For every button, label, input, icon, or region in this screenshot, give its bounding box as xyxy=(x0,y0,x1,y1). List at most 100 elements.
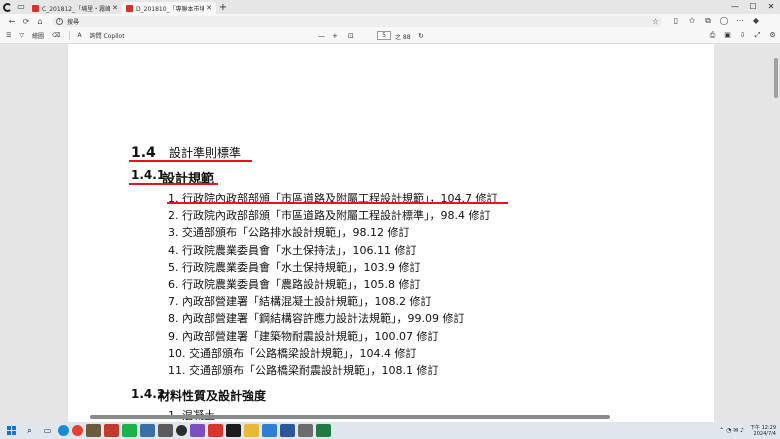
browser-toolbar-icons: ▯ ✩ ⧉ ◯ ⋯ ◆ xyxy=(668,16,764,26)
browser-logo-icon[interactable] xyxy=(0,0,14,14)
menu-icon[interactable]: ⋯ xyxy=(732,16,748,26)
section-heading: 1.4 設計準則標準 xyxy=(131,144,241,161)
address-placeholder: 搜尋 xyxy=(67,18,80,26)
app-icon[interactable] xyxy=(158,424,173,437)
page-total: 之 88 xyxy=(395,34,411,41)
word-icon[interactable] xyxy=(280,424,295,437)
close-window-button[interactable]: ✕ xyxy=(762,0,780,14)
app-icon[interactable] xyxy=(140,424,155,437)
horizontal-scrollbar[interactable] xyxy=(68,414,714,420)
app-icon[interactable] xyxy=(86,424,101,437)
minimize-button[interactable]: — xyxy=(726,0,744,14)
chrome-icon[interactable] xyxy=(72,425,83,436)
clock-date: 2024/7/4 xyxy=(753,430,776,437)
tray-icons[interactable]: ⌃ ◔ ✉ ♪ xyxy=(719,427,744,434)
clock[interactable]: 下午 12:29 2024/7/4 xyxy=(750,425,776,437)
eraser-icon[interactable]: ⌫ xyxy=(52,32,60,39)
clock-time: 下午 12:29 xyxy=(750,424,776,431)
tab-label: C_201812_「埔里・霧峰區縣市...」 xyxy=(42,5,111,13)
list-item: 5. 行政院農業委員會「水土保持規範」，103.9 修訂 xyxy=(168,260,421,274)
app-icon[interactable] xyxy=(190,424,205,437)
subsection-underline xyxy=(129,183,218,185)
section-underline xyxy=(129,160,252,162)
system-tray: ⌃ ◔ ✉ ♪ 下午 12:29 2024/7/4 xyxy=(719,422,776,439)
next-section-title: 材料性質及設計強度 xyxy=(158,389,267,403)
profile-icon[interactable]: ◯ xyxy=(716,16,732,26)
pdf-toolbar: ☰ ▽ 繪圖 ⌫ A 詢問 Copilot — + ⊡ 5 之 88 ↻ ⎙ ▣… xyxy=(0,28,780,44)
zoom-out-button[interactable]: — xyxy=(318,32,325,40)
app-icon[interactable] xyxy=(262,424,277,437)
settings-icon[interactable]: ⚙ xyxy=(765,31,780,40)
rotate-icon[interactable]: ↻ xyxy=(418,32,424,40)
app-icon[interactable] xyxy=(298,424,313,437)
save-as-icon[interactable]: ⇩ xyxy=(735,31,750,40)
info-icon[interactable]: i xyxy=(56,17,63,25)
app-icon[interactable] xyxy=(104,424,119,437)
favorites-icon[interactable]: ✩ xyxy=(684,16,700,26)
read-aloud-icon[interactable]: A xyxy=(78,32,82,39)
list-item: 1. 行政院內政部部頒「市區道路及附屬工程設計規範」，104.7 修訂 xyxy=(168,192,498,205)
edge-icon[interactable] xyxy=(58,425,69,436)
list-item: 6. 行政院農業委員會「農路設計規範」，105.8 修訂 xyxy=(168,278,421,292)
list-item: 8. 內政部營建署「鋼結構容許應力設計法規範」，99.09 修訂 xyxy=(168,312,465,326)
list-item: 11. 交通部頒布「公路橋梁耐震設計規範」，108.1 修訂 xyxy=(168,364,439,378)
pdf-icon xyxy=(126,4,133,12)
tab-strip: ▭ C_201812_「埔里・霧峰區縣市...」 ✕ D_201810_「專聯本… xyxy=(0,0,780,14)
copilot-icon[interactable]: ◆ xyxy=(748,16,764,26)
list-item: 3. 交通部頒布「公路排水設計規範」，98.12 修訂 xyxy=(168,226,410,240)
file-explorer-icon[interactable] xyxy=(244,424,259,437)
refresh-icon[interactable]: ⟳ xyxy=(20,17,32,26)
pdf-right-tools: ⎙ ▣ ⇩ ⤢ ⚙ xyxy=(705,31,780,40)
close-tab-icon[interactable]: ✕ xyxy=(206,4,212,12)
scroll-thumb[interactable] xyxy=(90,415,610,419)
collections-icon[interactable]: ⧉ xyxy=(700,16,716,26)
scroll-thumb[interactable] xyxy=(774,58,778,98)
vertical-scrollbar[interactable] xyxy=(772,44,780,422)
list-item: 9. 內政部營建署「建築物耐震設計規範」，100.07 修訂 xyxy=(168,329,439,343)
list-item: 10. 交通部頒布「公路橋梁設計規範」，104.4 修訂 xyxy=(168,346,417,360)
highlight-underline xyxy=(167,202,508,204)
list-item: 7. 內政部營建署「結構混凝土設計規範」，108.2 修訂 xyxy=(168,295,432,309)
save-icon[interactable]: ▣ xyxy=(720,31,735,40)
app-icon[interactable] xyxy=(226,424,241,437)
highlight-icon[interactable]: ▽ xyxy=(19,32,24,39)
copilot-ask-button[interactable]: 詢問 Copilot xyxy=(90,31,125,40)
favorite-star-icon[interactable]: ☆ xyxy=(652,17,659,26)
table-of-contents-icon[interactable]: ☰ xyxy=(6,32,11,39)
task-view-icon[interactable]: ▭ xyxy=(40,424,55,437)
section-title: 設計準則標準 xyxy=(169,146,242,160)
next-section-heading: 1.4.2 材料性質及設計強度 xyxy=(131,387,266,404)
section-number: 1.4 xyxy=(131,145,156,161)
fit-page-icon[interactable]: ⊡ xyxy=(348,32,354,40)
split-screen-icon[interactable]: ▯ xyxy=(668,16,684,26)
home-icon[interactable]: ⌂ xyxy=(34,17,46,26)
tab-label: D_201810_「專聯本市埔里・霧...」 xyxy=(136,5,205,13)
start-icon[interactable] xyxy=(4,424,19,437)
list-item: 4. 行政院農業委員會「水土保持法」，106.11 修訂 xyxy=(168,243,417,257)
fullscreen-icon[interactable]: ⤢ xyxy=(750,31,765,40)
toolbar-divider xyxy=(68,31,70,40)
draw-button[interactable]: 繪圖 xyxy=(32,31,44,40)
address-input[interactable]: i 搜尋 ☆ xyxy=(52,15,662,27)
list-item: 2. 行政院內政部部頒「市區道路及附屬工程設計標準」，98.4 修訂 xyxy=(168,209,491,223)
search-icon[interactable]: ⌕ xyxy=(22,424,37,437)
app-icon[interactable] xyxy=(176,425,187,436)
print-icon[interactable]: ⎙ xyxy=(705,31,720,40)
excel-icon[interactable] xyxy=(316,424,331,437)
page-number-input[interactable]: 5 xyxy=(377,31,391,40)
window-controls: — ☐ ✕ xyxy=(726,0,780,14)
tab-actions-icon[interactable]: ▭ xyxy=(14,0,28,14)
back-icon[interactable]: ← xyxy=(6,17,18,26)
new-tab-button[interactable]: + xyxy=(216,2,230,13)
tab-c-document[interactable]: C_201812_「埔里・霧峰區縣市...」 ✕ xyxy=(28,2,122,14)
app-icon[interactable] xyxy=(208,424,223,437)
line-icon[interactable] xyxy=(122,424,137,437)
zoom-in-button[interactable]: + xyxy=(332,32,338,40)
tab-d-document[interactable]: D_201810_「專聯本市埔里・霧...」 ✕ xyxy=(122,2,216,14)
pdf-icon xyxy=(32,4,39,12)
taskbar: ⌕ ▭ ⌃ ◔ ✉ ♪ 下午 12:29 2024/7/4 xyxy=(0,422,780,439)
next-section-number: 1.4.2 xyxy=(131,387,166,401)
close-tab-icon[interactable]: ✕ xyxy=(112,4,118,12)
maximize-button[interactable]: ☐ xyxy=(744,0,762,14)
address-bar-row: ← ⟳ ⌂ i 搜尋 ☆ ▯ ✩ ⧉ ◯ ⋯ ◆ xyxy=(0,14,780,28)
